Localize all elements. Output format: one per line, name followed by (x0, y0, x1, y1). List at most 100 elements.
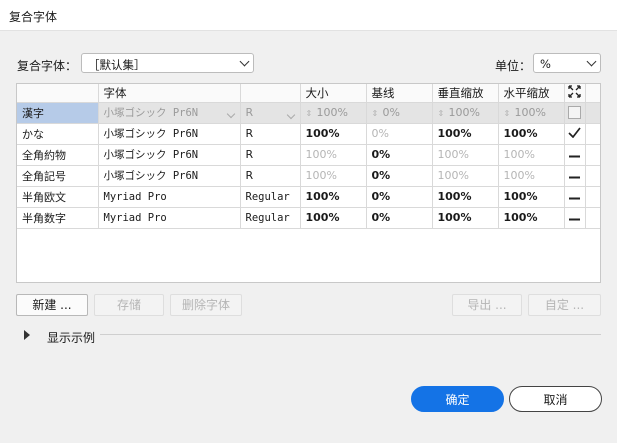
baseline-cell: 0% (366, 144, 433, 166)
hscale-cell: 100% (498, 165, 565, 187)
col-header-baseline: 基线 (366, 84, 433, 103)
vscale-value: 100% (448, 106, 480, 119)
font-cell: Myriad Pro (98, 207, 241, 229)
scale-center-checkbox[interactable] (564, 102, 586, 124)
composite-font-label: 复合字体： (17, 59, 78, 73)
hscale-cell: 100% (498, 186, 565, 208)
row-filler (585, 186, 600, 208)
row-filler (585, 123, 600, 145)
scale-center-mark[interactable] (564, 186, 586, 208)
scale-center-mark[interactable] (564, 207, 586, 229)
size-stepper[interactable]: ⇕ 100% (300, 102, 367, 124)
dash-icon (569, 197, 580, 200)
col-header-style (240, 84, 301, 103)
col-header-size: 大小 (300, 84, 367, 103)
baseline-cell: 0% (366, 165, 433, 187)
col-header-scale-from-center[interactable] (564, 84, 586, 103)
delete-font-button[interactable]: 删除字体 (170, 294, 242, 316)
font-value: 小塚ゴシック Pr6N (103, 107, 199, 119)
ok-button[interactable]: 确定 (411, 386, 504, 412)
divider (100, 334, 601, 335)
scale-center-mark[interactable] (564, 144, 586, 166)
size-cell: 100% (300, 144, 367, 166)
vscale-cell: 100% (432, 186, 499, 208)
save-button[interactable]: 存储 (94, 294, 164, 316)
font-dropdown[interactable]: 小塚ゴシック Pr6N (98, 102, 241, 124)
hscale-value: 100% (514, 106, 546, 119)
col-header-name (17, 84, 99, 103)
composite-font-select[interactable]: ［默认集］ (81, 53, 254, 73)
dash-icon (569, 155, 580, 158)
size-cell: 100% (300, 207, 367, 229)
table-row[interactable]: 半角欧文 Myriad Pro Regular 100% 0% 100% 100… (17, 186, 600, 208)
show-sample-label[interactable]: 显示示例 (47, 329, 95, 346)
font-cell: 小塚ゴシック Pr6N (98, 144, 241, 166)
composite-font-value: ［默认集］ (88, 58, 146, 72)
style-cell: R (240, 165, 301, 187)
stepper-icon: ⇕ (371, 109, 379, 118)
table-row[interactable]: 半角数字 Myriad Pro Regular 100% 0% 100% 100… (17, 207, 600, 229)
scale-center-mark[interactable] (564, 165, 586, 187)
title-bar: 复合字体 (0, 0, 617, 31)
table-row[interactable]: かな 小塚ゴシック Pr6N R 100% 0% 100% 100% (17, 123, 600, 145)
style-value: R (245, 106, 254, 119)
export-button[interactable]: 导出 ... (452, 294, 522, 316)
dash-icon (569, 218, 580, 221)
row-name: 全角約物 (17, 144, 99, 166)
size-cell: 100% (300, 186, 367, 208)
row-name: 漢字 (17, 102, 99, 124)
chevron-down-icon (226, 109, 235, 119)
scale-center-icon (568, 85, 581, 98)
unit-value: % (540, 57, 551, 71)
baseline-value: 0% (382, 106, 400, 119)
disclosure-triangle-icon[interactable] (24, 330, 30, 340)
vscale-cell: 100% (432, 207, 499, 229)
style-dropdown[interactable]: R (240, 102, 301, 124)
table-row[interactable]: 全角約物 小塚ゴシック Pr6N R 100% 0% 100% 100% (17, 144, 600, 166)
unit-select[interactable]: % (533, 53, 601, 73)
col-header-hscale: 水平缩放 (498, 84, 565, 103)
size-value: 100% (316, 106, 348, 119)
baseline-cell: 0% (366, 207, 433, 229)
style-cell: Regular (240, 186, 301, 208)
cancel-button[interactable]: 取消 (509, 386, 602, 412)
stepper-icon: ⇕ (437, 109, 445, 118)
custom-button[interactable]: 自定 ... (528, 294, 601, 316)
row-name: 半角数字 (17, 207, 99, 229)
baseline-stepper[interactable]: ⇕ 0% (366, 102, 433, 124)
table-row[interactable]: 漢字 小塚ゴシック Pr6N R ⇕ 100% ⇕ 0% ⇕ 100% ⇕ 100% (17, 102, 600, 124)
hscale-stepper[interactable]: ⇕ 100% (498, 102, 565, 124)
hscale-cell: 100% (498, 123, 565, 145)
window-title: 复合字体 (9, 10, 58, 24)
chevron-down-icon (286, 110, 295, 120)
style-cell: R (240, 123, 301, 145)
baseline-cell: 0% (366, 123, 433, 145)
checkmark-icon (568, 126, 581, 138)
scale-center-mark[interactable] (564, 123, 586, 145)
row-filler (585, 165, 600, 187)
baseline-cell: 0% (366, 186, 433, 208)
row-name: 全角記号 (17, 165, 99, 187)
dash-icon (569, 176, 580, 179)
size-cell: 100% (300, 123, 367, 145)
stepper-icon: ⇕ (503, 109, 511, 118)
checkbox-icon (568, 106, 581, 120)
row-filler (585, 144, 600, 166)
col-header-font: 字体 (98, 84, 241, 103)
vscale-cell: 100% (432, 144, 499, 166)
col-header-vscale: 垂直缩放 (432, 84, 499, 103)
hscale-cell: 100% (498, 144, 565, 166)
row-name: かな (17, 123, 99, 145)
new-button[interactable]: 新建 ... (16, 294, 88, 316)
stepper-icon: ⇕ (305, 109, 313, 118)
chevron-down-icon (586, 56, 597, 67)
row-filler (585, 207, 600, 229)
row-name: 半角欧文 (17, 186, 99, 208)
font-cell: 小塚ゴシック Pr6N (98, 165, 241, 187)
hscale-cell: 100% (498, 207, 565, 229)
size-cell: 100% (300, 165, 367, 187)
vscale-stepper[interactable]: ⇕ 100% (432, 102, 499, 124)
font-cell: 小塚ゴシック Pr6N (98, 123, 241, 145)
table-row[interactable]: 全角記号 小塚ゴシック Pr6N R 100% 0% 100% 100% (17, 165, 600, 187)
style-cell: Regular (240, 207, 301, 229)
